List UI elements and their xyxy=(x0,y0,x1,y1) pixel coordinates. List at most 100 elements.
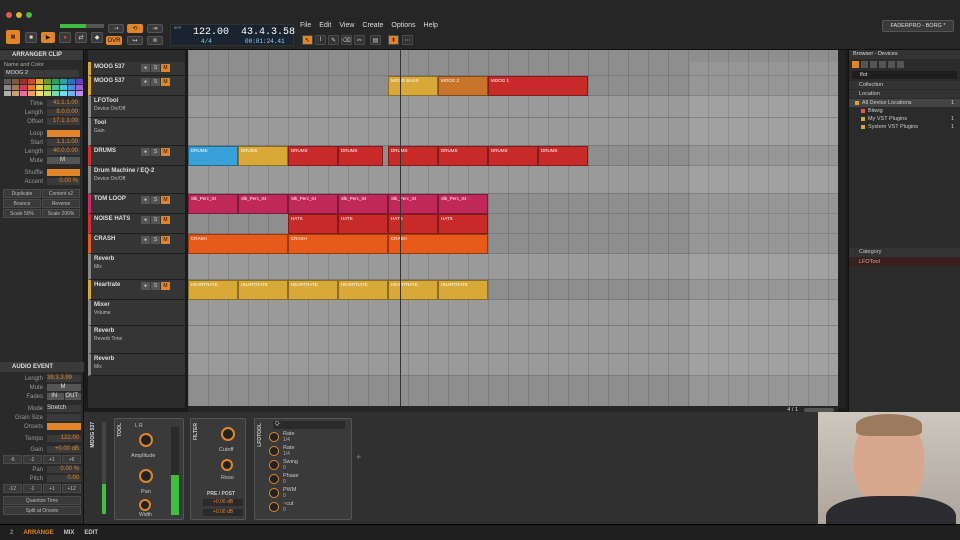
pitch-step-button[interactable]: +12 xyxy=(62,484,81,493)
solo-button[interactable]: S xyxy=(151,78,160,86)
music-tab-icon[interactable] xyxy=(888,61,895,68)
onsets-selector[interactable] xyxy=(47,423,81,430)
loop-mode-button[interactable]: ⇢ xyxy=(108,24,124,33)
lfotool-device[interactable]: LFOTOOL Q- Rate 1/4 Rate 1/4 Swing 0 Phase 0 PWM… xyxy=(254,418,352,520)
color-palette[interactable] xyxy=(4,79,83,96)
multisamples-tab-icon[interactable] xyxy=(870,61,877,68)
arranger-clip[interactable]: CRASH xyxy=(388,234,488,254)
track-name[interactable]: TOM LOOP xyxy=(94,196,126,202)
gain-step-button[interactable]: +1 xyxy=(42,455,62,464)
mute-button[interactable]: M xyxy=(161,64,170,72)
record-arm-button[interactable]: ● xyxy=(141,64,150,72)
maximize-window-button[interactable] xyxy=(26,12,32,18)
track-name[interactable]: Mixer xyxy=(94,302,110,308)
metronome-button[interactable]: ◆ xyxy=(91,32,103,43)
solo-button[interactable]: S xyxy=(151,282,160,290)
filter-device[interactable]: FILTER Cutoff Reso PRE / POST +0.00 dB +… xyxy=(190,418,246,520)
ae-tempo-value[interactable]: 122.00 xyxy=(47,435,81,442)
mute-button[interactable]: M xyxy=(161,196,170,204)
palette-swatch[interactable] xyxy=(60,85,67,90)
mute-button[interactable]: M xyxy=(161,148,170,156)
arranger-clip[interactable]: HEARTRATE xyxy=(438,280,488,300)
project-tab[interactable]: FADERPRO - BORG * xyxy=(882,20,954,32)
palette-swatch[interactable] xyxy=(76,79,83,84)
shuffle-toggle[interactable] xyxy=(47,169,80,176)
param-search-input[interactable]: Q- xyxy=(273,421,345,429)
width-knob[interactable] xyxy=(139,499,151,511)
punch-button[interactable]: ⇥ xyxy=(147,24,163,33)
knife-tool-icon[interactable]: ✂ xyxy=(354,35,365,45)
grain-size-selector[interactable] xyxy=(47,414,81,421)
record-arm-button[interactable]: ● xyxy=(141,78,150,86)
track-name[interactable]: DRUMS xyxy=(94,148,116,154)
browser-location-item[interactable]: My VST Plugins 1 xyxy=(849,115,960,123)
record-button[interactable]: ● xyxy=(59,32,71,43)
palette-swatch[interactable] xyxy=(60,91,67,96)
lfotool-param[interactable]: Rate 1/4 xyxy=(269,445,349,459)
palette-swatch[interactable] xyxy=(4,91,11,96)
ae-pitch-value[interactable]: 0.00 xyxy=(47,475,81,482)
scale-50--button[interactable]: Scale 50% xyxy=(3,209,41,218)
arranger-clip[interactable]: Slk_Perc_04 xyxy=(238,194,288,214)
lfotool-param[interactable]: Rate 1/4 xyxy=(269,431,349,445)
arranger-clip[interactable]: HEARTRATE xyxy=(338,280,388,300)
minimize-window-button[interactable] xyxy=(16,12,22,18)
lfotool-param[interactable]: ~cut 0 xyxy=(269,501,349,515)
palette-swatch[interactable] xyxy=(12,91,19,96)
cutoff-knob[interactable] xyxy=(221,427,235,441)
snap-toggle-icon[interactable]: ⇞ xyxy=(388,35,399,45)
ae-gain-value[interactable]: +0.00 dB xyxy=(47,446,81,453)
palette-swatch[interactable] xyxy=(36,91,43,96)
arranger-clip[interactable]: HEARTRATE xyxy=(388,280,438,300)
param-knob[interactable] xyxy=(269,432,279,442)
arranger-clip[interactable]: DRUMS xyxy=(488,146,538,166)
mute-button[interactable]: M xyxy=(161,216,170,224)
arranger-clip[interactable]: DRUMS xyxy=(338,146,383,166)
track-header[interactable]: Tool Gain xyxy=(88,118,185,146)
track-header[interactable]: DRUMS ● S M xyxy=(88,146,185,166)
record-arm-button[interactable]: ● xyxy=(141,282,150,290)
reverse-button[interactable]: Reverse xyxy=(42,199,80,208)
palette-swatch[interactable] xyxy=(12,85,19,90)
palette-swatch[interactable] xyxy=(28,85,35,90)
ae-length-value[interactable]: 39.3.3.99 xyxy=(47,375,81,382)
track-header[interactable]: Drum Machine / EQ-2 Device On/Off xyxy=(88,166,185,194)
pitch-step-button[interactable]: +1 xyxy=(42,484,62,493)
ae-mute-toggle[interactable]: M xyxy=(47,384,81,391)
browser-location-item[interactable]: All Device Locations 1 xyxy=(849,99,960,107)
pointer-tool-icon[interactable]: ↖ xyxy=(302,35,313,45)
arranger-clip[interactable]: DRUMS xyxy=(438,146,488,166)
track-header[interactable]: MOOG 537 ● S M xyxy=(88,76,185,96)
fade-out-toggle[interactable]: OUT xyxy=(64,393,81,400)
loop-field-value[interactable]: 1.1.1.00 xyxy=(47,139,80,146)
view-tab-mix[interactable]: MIX xyxy=(64,530,75,536)
track-name[interactable]: NOISE HATS xyxy=(94,216,130,222)
record-arm-button[interactable]: ● xyxy=(141,216,150,224)
param-knob[interactable] xyxy=(269,502,279,512)
arranger-clip[interactable]: DRUMS xyxy=(238,146,288,166)
browser-section-collection[interactable]: Collection xyxy=(849,81,960,89)
record-arm-button[interactable]: ● xyxy=(141,236,150,244)
menu-view[interactable]: View xyxy=(339,22,354,29)
track-name[interactable]: Heartrate xyxy=(94,282,120,288)
menu-options[interactable]: Options xyxy=(391,22,415,29)
browser-location-item[interactable]: System VST Plugins 1 xyxy=(849,123,960,131)
solo-button[interactable]: S xyxy=(151,64,160,72)
arranger-clip[interactable]: HATS xyxy=(388,214,438,234)
automation-write-button[interactable]: ⇄ xyxy=(75,32,87,43)
mute-button[interactable]: M xyxy=(161,236,170,244)
content-x2-button[interactable]: Content x2 xyxy=(42,189,80,198)
category-section[interactable]: Category xyxy=(849,248,960,257)
arranger-clip[interactable]: Slk_Perc_04 xyxy=(388,194,438,214)
follow-button[interactable]: ↦ xyxy=(127,36,143,45)
arranger-clip[interactable]: Slk_Perc_04 xyxy=(288,194,338,214)
track-name[interactable]: LFOTool xyxy=(94,98,118,104)
overdub-button[interactable]: OVR xyxy=(106,36,122,45)
arranger-clip[interactable]: HATS xyxy=(288,214,338,234)
arranger-clip[interactable]: CRASH xyxy=(188,234,288,254)
track-name[interactable]: Reverb xyxy=(94,356,114,362)
param-knob[interactable] xyxy=(269,474,279,484)
track-name[interactable]: Drum Machine / EQ-2 xyxy=(94,168,154,174)
duplicate-button[interactable]: Duplicate xyxy=(3,189,41,198)
arranger-clip[interactable]: Slk_Perc_04 xyxy=(438,194,488,214)
